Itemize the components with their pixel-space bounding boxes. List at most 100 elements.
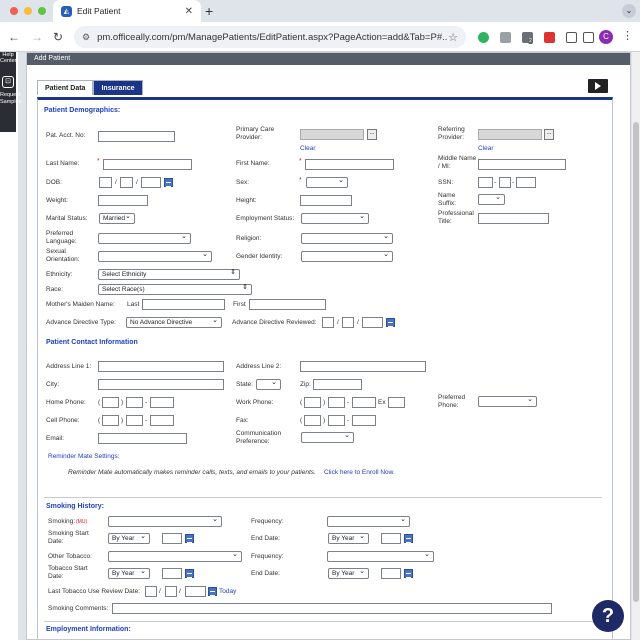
- today-link[interactable]: Today: [219, 588, 236, 595]
- communication-preference-select[interactable]: [301, 431, 354, 443]
- gender-identity-select[interactable]: [301, 250, 393, 262]
- fax-area-input[interactable]: [304, 415, 321, 426]
- side-panel-icon[interactable]: [583, 32, 594, 43]
- smoking-frequency-select[interactable]: [327, 515, 410, 527]
- extensions-puzzle-icon[interactable]: [566, 32, 577, 43]
- request-samples-icon[interactable]: ⊡: [2, 76, 14, 88]
- dob-month-input[interactable]: [99, 177, 112, 188]
- state-select[interactable]: [256, 378, 281, 390]
- tobacco-end-by-year-select[interactable]: By Year: [328, 567, 369, 579]
- smoking-start-by-year-select[interactable]: By Year: [108, 532, 150, 544]
- cell-phone-line-input[interactable]: [150, 415, 174, 426]
- smoking-comments-input[interactable]: [112, 603, 552, 614]
- home-phone-line-input[interactable]: [150, 397, 174, 408]
- work-phone-ext-input[interactable]: [388, 397, 405, 408]
- calendar-icon[interactable]: [404, 569, 413, 578]
- adv-reviewed-year-input[interactable]: [362, 317, 383, 328]
- pcp-clear-link[interactable]: Clear: [300, 145, 316, 152]
- page-scrollbar[interactable]: [632, 52, 640, 640]
- work-phone-area-input[interactable]: [304, 397, 321, 408]
- fax-line-input[interactable]: [352, 415, 376, 426]
- home-phone-prefix-input[interactable]: [126, 397, 143, 408]
- calendar-icon[interactable]: [164, 178, 173, 187]
- review-day-input[interactable]: [165, 586, 177, 597]
- last-name-input[interactable]: [103, 159, 192, 170]
- browser-menu-icon[interactable]: ⋮: [622, 29, 633, 42]
- fax-prefix-input[interactable]: [328, 415, 345, 426]
- ssn-part1-input[interactable]: [478, 177, 493, 188]
- cell-phone-prefix-input[interactable]: [126, 415, 143, 426]
- request-samples-link[interactable]: Request Samples: [0, 92, 21, 106]
- ssn-part2-input[interactable]: [499, 177, 511, 188]
- close-window-icon[interactable]: [10, 7, 18, 15]
- sexual-orientation-select[interactable]: [98, 250, 212, 262]
- smoking-end-date-input[interactable]: [381, 533, 401, 544]
- name-suffix-select[interactable]: [478, 193, 505, 205]
- tab-insurance[interactable]: Insurance: [93, 80, 143, 95]
- minimize-window-icon[interactable]: [24, 7, 32, 15]
- close-tab-icon[interactable]: ✕: [185, 6, 193, 17]
- professional-title-input[interactable]: [478, 213, 549, 224]
- tab-search-icon[interactable]: ⌄: [622, 4, 636, 18]
- new-tab-icon[interactable]: +: [205, 3, 213, 19]
- employment-status-select[interactable]: [301, 212, 369, 224]
- pat-acct-input[interactable]: [98, 131, 175, 142]
- adv-reviewed-day-input[interactable]: [342, 317, 354, 328]
- dob-year-input[interactable]: [141, 177, 161, 188]
- adv-reviewed-month-input[interactable]: [322, 317, 334, 328]
- race-select[interactable]: Select Race(s): [98, 283, 252, 295]
- pcp-lookup-button[interactable]: ...: [367, 129, 377, 140]
- tobacco-end-date-input[interactable]: [381, 568, 401, 579]
- calendar-icon[interactable]: [185, 534, 194, 543]
- height-input[interactable]: [300, 195, 352, 206]
- work-phone-prefix-input[interactable]: [328, 397, 345, 408]
- work-phone-line-input[interactable]: [352, 397, 376, 408]
- bookmark-star-icon[interactable]: ☆: [448, 31, 458, 44]
- forward-icon[interactable]: →: [31, 30, 43, 44]
- middle-name-input[interactable]: [478, 159, 566, 170]
- reminder-mate-settings-link[interactable]: Reminder Mate Settings:: [48, 453, 120, 460]
- enroll-now-link[interactable]: Click here to Enroll Now.: [324, 469, 395, 476]
- tobacco-start-date-input[interactable]: [162, 568, 182, 579]
- profile-avatar[interactable]: C: [599, 30, 613, 44]
- zip-input[interactable]: [313, 379, 362, 390]
- ethnicity-select[interactable]: Select Ethnicity: [98, 268, 240, 280]
- referring-lookup-button[interactable]: ...: [544, 129, 554, 140]
- maiden-last-name-input[interactable]: [142, 299, 225, 310]
- ssn-part3-input[interactable]: [516, 177, 536, 188]
- extension-icon[interactable]: [478, 32, 489, 43]
- cell-phone-area-input[interactable]: [102, 415, 119, 426]
- help-center-link[interactable]: Help Center: [0, 52, 17, 64]
- dob-day-input[interactable]: [120, 177, 133, 188]
- calendar-icon[interactable]: [208, 587, 217, 596]
- smoking-start-date-input[interactable]: [162, 533, 182, 544]
- scrollbar-thumb[interactable]: [633, 122, 639, 602]
- smoking-select[interactable]: [108, 515, 222, 527]
- smoking-end-by-year-select[interactable]: By Year: [328, 532, 369, 544]
- extension-icon[interactable]: [544, 32, 555, 43]
- address-line-2-input[interactable]: [300, 361, 426, 372]
- preferred-language-select[interactable]: [98, 232, 191, 244]
- first-name-input[interactable]: [305, 159, 394, 170]
- extension-icon[interactable]: [500, 32, 511, 43]
- calendar-icon[interactable]: [185, 569, 194, 578]
- site-info-icon[interactable]: ⚙: [82, 32, 90, 43]
- advance-directive-select[interactable]: No Advance Directive: [126, 316, 222, 328]
- address-line-1-input[interactable]: [98, 361, 224, 372]
- review-month-input[interactable]: [145, 586, 157, 597]
- tobacco-start-by-year-select[interactable]: By Year: [108, 567, 150, 579]
- city-input[interactable]: [98, 379, 224, 390]
- calendar-icon[interactable]: [386, 318, 395, 327]
- weight-input[interactable]: [98, 195, 148, 206]
- back-icon[interactable]: ←: [8, 30, 20, 44]
- email-input[interactable]: [98, 433, 187, 444]
- maiden-first-name-input[interactable]: [249, 299, 326, 310]
- other-tobacco-select[interactable]: [108, 550, 242, 562]
- preferred-phone-select[interactable]: [478, 395, 537, 407]
- help-chat-button[interactable]: ?: [592, 600, 624, 632]
- address-bar[interactable]: ⚙ pm.officeally.com/pm/ManagePatients/Ed…: [74, 26, 466, 48]
- browser-tab[interactable]: ◭ Edit Patient ✕: [53, 0, 201, 22]
- calendar-icon[interactable]: [404, 534, 413, 543]
- sex-select[interactable]: [306, 176, 348, 188]
- video-tutorial-icon[interactable]: [588, 79, 608, 93]
